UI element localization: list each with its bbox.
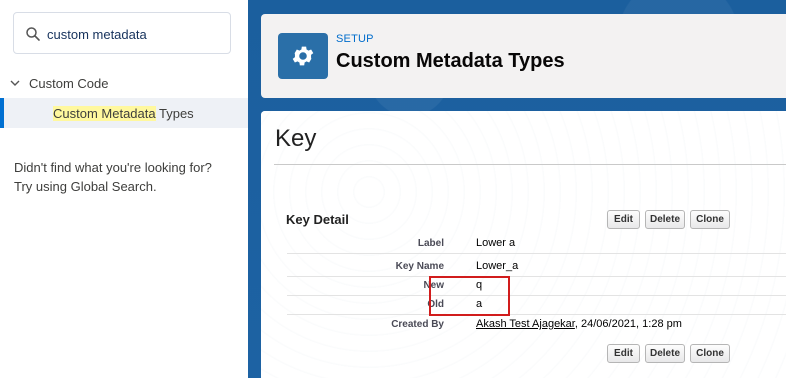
tree-item-label: Custom Code [29, 75, 109, 91]
field-label: Created By [391, 319, 444, 330]
field-row-created-by: Created By Akash Test Ajagekar, 24/06/20… [287, 316, 786, 335]
created-date: , 24/06/2021, 1:28 pm [574, 318, 682, 330]
record-title: Key [275, 125, 317, 152]
chevron-down-icon [10, 80, 20, 86]
field-label: Label [417, 238, 444, 249]
tree-item-label: Custom Metadata Types [53, 105, 194, 121]
quick-find-box[interactable] [13, 12, 231, 54]
annotation-highlight-box [429, 276, 510, 316]
edit-button[interactable]: Edit [607, 210, 640, 229]
clone-button[interactable]: Clone [690, 344, 730, 363]
setup-sidebar: Custom Code Custom Metadata Types Didn't… [0, 0, 248, 378]
field-row-old: Old a [287, 296, 786, 315]
search-match-highlight: Custom Metadata [53, 105, 156, 121]
no-results-help: Didn't find what you're looking for? Try… [14, 158, 239, 196]
tree-item-custom-metadata-types[interactable]: Custom Metadata Types [0, 98, 248, 128]
breadcrumb[interactable]: SETUP [336, 33, 374, 45]
field-value: Lower a [476, 237, 516, 249]
created-by-user-link[interactable]: Akash Test Ajagekar [476, 318, 575, 330]
help-line: Didn't find what you're looking for? [14, 160, 212, 175]
page-header: SETUP Custom Metadata Types [261, 14, 786, 98]
section-title: Key Detail [286, 212, 349, 227]
field-row-new: New q [287, 277, 786, 296]
tree-item-label-rest: Types [155, 105, 194, 121]
delete-button[interactable]: Delete [645, 344, 685, 363]
field-row-label: Label Lower a [287, 235, 786, 254]
header-icon-tile [278, 33, 328, 79]
field-value: Lower_a [476, 260, 519, 272]
search-icon [26, 27, 40, 41]
field-value: Akash Test Ajagekar, 24/06/2021, 1:28 pm [476, 318, 682, 330]
field-row-key-name: Key Name Lower_a [287, 258, 786, 277]
page-title: Custom Metadata Types [336, 50, 565, 72]
main-content: SETUP Custom Metadata Types Key Key Deta… [248, 0, 786, 378]
tree-item-custom-code[interactable]: Custom Code [0, 70, 248, 96]
field-label: Key Name [395, 261, 444, 272]
edit-button[interactable]: Edit [607, 344, 640, 363]
clone-button[interactable]: Clone [690, 210, 730, 229]
record-detail-card: Key Key Detail Edit Delete Clone Label L… [261, 111, 786, 378]
quick-find-input[interactable] [47, 24, 222, 44]
help-line: Try using Global Search. [14, 179, 157, 194]
delete-button[interactable]: Delete [645, 210, 685, 229]
gear-icon [292, 46, 314, 66]
divider [274, 164, 786, 165]
